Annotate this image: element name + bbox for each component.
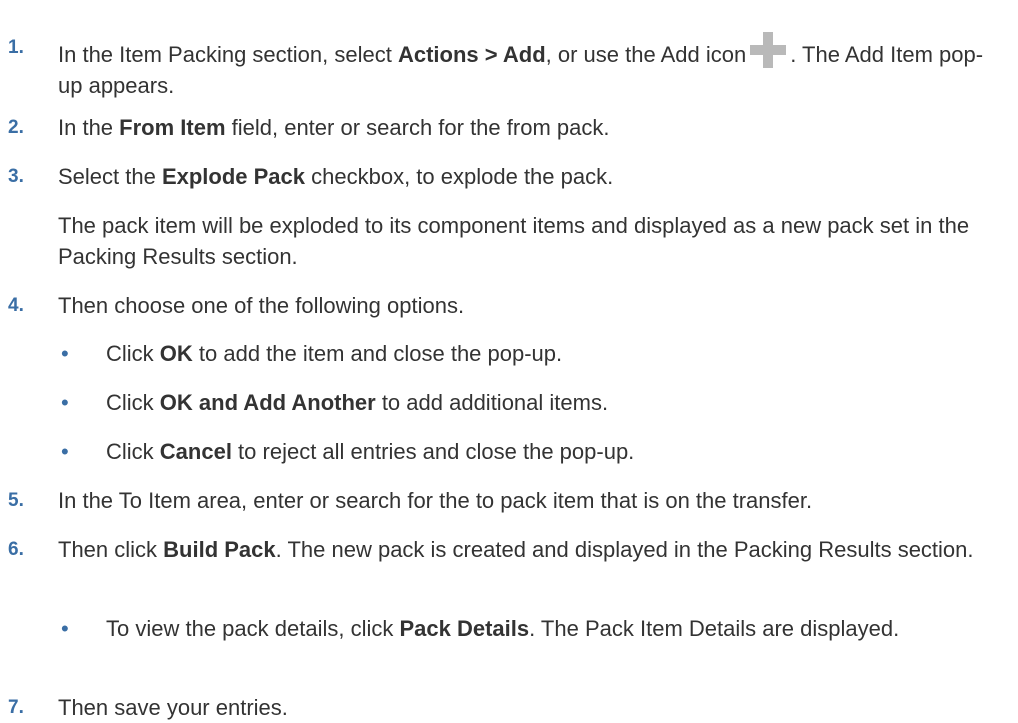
ui-term: Explode Pack [161, 164, 306, 189]
bullet-dot: • [61, 341, 69, 366]
step-number: 3. [8, 166, 24, 187]
step-3-explanation: The pack item will be exploded to its co… [58, 213, 970, 269]
step-text-part: field, enter or search for the from pack… [225, 115, 610, 140]
bullet-text: To view the pack details, click Pack Det… [106, 613, 986, 644]
ui-term: From Item [119, 115, 226, 140]
bullet-dot: • [61, 439, 69, 464]
bullet-dot: • [61, 616, 69, 641]
step-text-part: . The new pack is created and displayed … [275, 537, 974, 562]
ui-term: OK [159, 341, 193, 366]
step-text-part: In the [58, 115, 120, 140]
step-text-part: , or use the Add icon [545, 42, 747, 67]
step-text: In the From Item field, enter or search … [58, 112, 998, 143]
step-number: 6. [8, 539, 24, 560]
step-text: Then click Build Pack. The new pack is c… [58, 534, 998, 565]
add-icon [750, 32, 787, 68]
step-text: In the To Item area, enter or search for… [58, 488, 813, 513]
step-number: 1. [8, 37, 24, 58]
step-number: 4. [8, 295, 24, 316]
step-number: 2. [8, 117, 24, 138]
bullet-text-part: to reject all entries and close the pop-… [231, 439, 635, 464]
step-text: Then save your entries. [58, 695, 288, 720]
step-text: In the Item Packing section, select Acti… [58, 32, 998, 101]
bullet-text-part: Click [106, 439, 160, 464]
step-number: 5. [8, 490, 24, 511]
step-text: Then choose one of the following options… [58, 293, 465, 318]
bullet-text: Click OK and Add Another to add addition… [106, 387, 986, 418]
ui-term: Pack Details [399, 616, 530, 641]
bullet-text-part: to add the item and close the pop-up. [192, 341, 563, 366]
ui-term: OK and Add Another [159, 390, 376, 415]
bullet-text-part: To view the pack details, click [106, 616, 400, 641]
step-text-part: Select the [58, 164, 162, 189]
ui-term: Cancel [159, 439, 232, 464]
bullet-text-part: Click [106, 341, 160, 366]
step-number: 7. [8, 697, 24, 718]
bullet-text-part: Click [106, 390, 160, 415]
bullet-text-part: . The Pack Item Details are displayed. [529, 616, 900, 641]
bullet-dot: • [61, 390, 69, 415]
step-text-part: checkbox, to explode the pack. [305, 164, 614, 189]
bullet-text: Click OK to add the item and close the p… [106, 338, 986, 369]
step-text-part: In the Item Packing section, select [58, 42, 398, 67]
step-text: Select the Explode Pack checkbox, to exp… [58, 161, 998, 192]
ui-term: Actions > Add [397, 42, 546, 67]
bullet-text: Click Cancel to reject all entries and c… [106, 436, 986, 467]
ui-term: Build Pack [163, 537, 276, 562]
step-text-part: Then click [58, 537, 164, 562]
bullet-text-part: to add additional items. [375, 390, 609, 415]
